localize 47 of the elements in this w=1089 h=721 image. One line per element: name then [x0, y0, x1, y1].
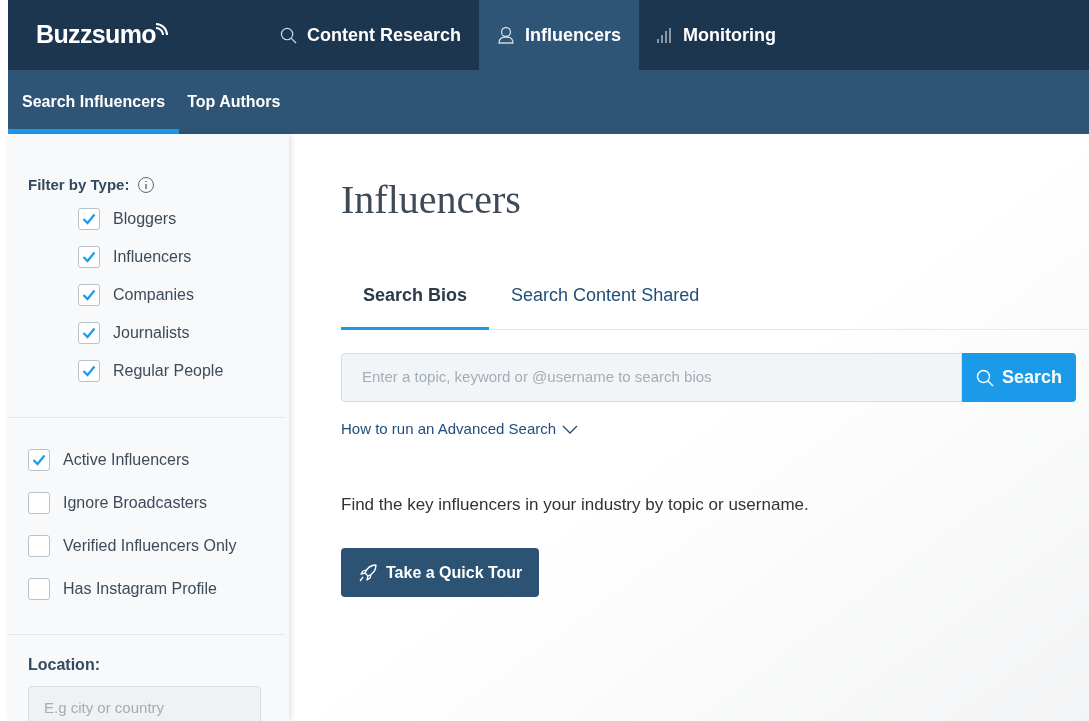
- filter-title: Filter by Type:: [28, 175, 130, 195]
- checkbox[interactable]: [28, 448, 50, 471]
- check-icon: [82, 212, 96, 225]
- search-field[interactable]: Enter a topic, keyword or @username to search bios: [341, 353, 962, 402]
- rocket-icon: [358, 562, 378, 583]
- search-tab[interactable]: Search Content Shared: [489, 282, 722, 330]
- quick-tour-button[interactable]: Take a Quick Tour: [341, 548, 540, 597]
- description-text: Find the key influencers in your industry by topic or username.: [341, 493, 810, 516]
- nav-tab[interactable]: Monitoring: [639, 0, 795, 70]
- check-icon: [82, 326, 96, 339]
- checkbox-label: Regular People: [113, 360, 224, 381]
- page-title: Influencers: [341, 176, 522, 224]
- chevron-down-icon: [562, 424, 579, 434]
- signal-icon: [154, 21, 170, 37]
- checkbox[interactable]: [28, 577, 50, 600]
- checkbox[interactable]: [78, 359, 100, 382]
- check-icon: [82, 288, 96, 301]
- checkbox-label: Active Influencers: [63, 449, 190, 470]
- check-icon: [82, 364, 96, 377]
- search-icon: [975, 368, 994, 387]
- checkbox[interactable]: [28, 534, 50, 557]
- checkbox-label: Ignore Broadcasters: [63, 492, 208, 513]
- search-icon: [280, 26, 297, 44]
- check-icon: [82, 250, 96, 263]
- person-icon: [497, 26, 516, 44]
- info-icon: [137, 176, 156, 195]
- checkbox-label: Companies: [113, 284, 194, 305]
- advanced-search-link[interactable]: How to run an Advanced Search: [341, 418, 579, 441]
- checkbox[interactable]: [28, 491, 50, 514]
- checkbox-label: Influencers: [113, 246, 192, 267]
- nav-tab[interactable]: Influencers: [479, 0, 640, 70]
- brand-logo-text: Buzzsumo: [36, 19, 156, 51]
- search-tab[interactable]: Search Bios: [341, 282, 490, 330]
- checkbox[interactable]: [78, 245, 100, 268]
- checkbox[interactable]: [78, 283, 100, 306]
- checkbox-label: Has Instagram Profile: [63, 578, 217, 599]
- location-title: Location:: [28, 654, 101, 675]
- checkbox[interactable]: [78, 207, 100, 230]
- nav-tab[interactable]: Content Research: [262, 0, 480, 70]
- checkbox-label: Verified Influencers Only: [63, 535, 237, 556]
- subnav-tab[interactable]: Top Authors: [179, 70, 289, 134]
- location-field[interactable]: E.g city or country: [28, 685, 261, 721]
- bar-chart-icon: [657, 27, 674, 43]
- checkbox-label: Journalists: [113, 322, 190, 343]
- check-icon: [32, 453, 46, 466]
- checkbox[interactable]: [78, 321, 100, 344]
- checkbox-label: Bloggers: [113, 208, 177, 229]
